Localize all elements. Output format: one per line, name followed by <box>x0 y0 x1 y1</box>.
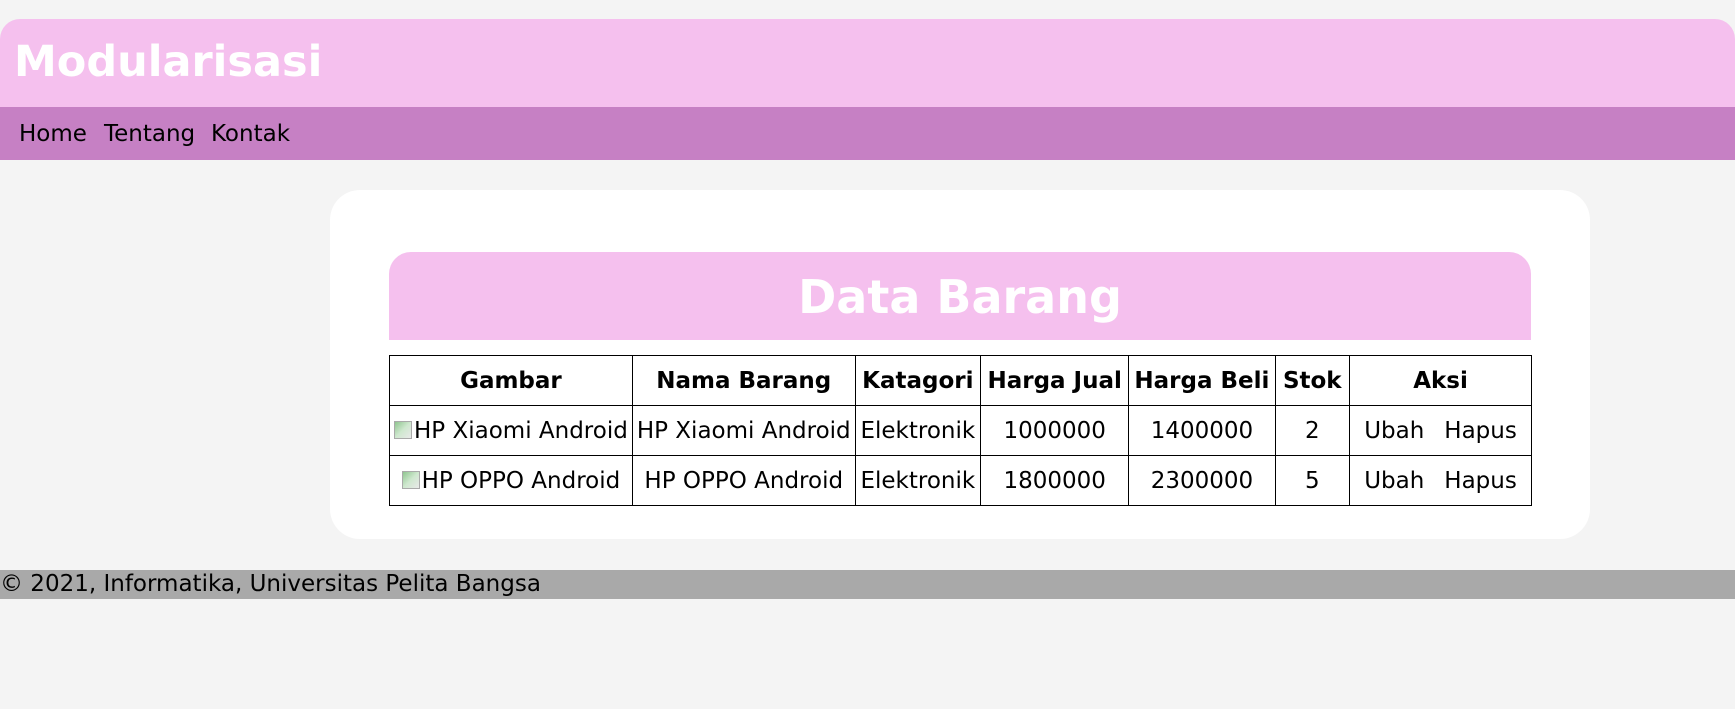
product-image-alt: HP OPPO Android <box>421 467 621 494</box>
section-heading: Data Barang <box>798 270 1122 324</box>
stok-cell: 5 <box>1274 455 1351 506</box>
broken-image-icon <box>394 420 412 439</box>
stok-cell: 2 <box>1274 405 1351 456</box>
harga-beli-cell: 1400000 <box>1128 405 1276 456</box>
hapus-link[interactable]: Hapus <box>1444 468 1517 494</box>
section-banner: Data Barang <box>389 252 1531 340</box>
harga-jual-cell: 1000000 <box>980 405 1130 456</box>
column-header-gambar: Gambar <box>389 355 633 406</box>
actions-cell: Ubah Hapus <box>1349 455 1532 506</box>
ubah-link[interactable]: Ubah <box>1364 418 1424 444</box>
nav-home-link[interactable]: Home <box>19 121 87 149</box>
table-row: HP Xiaomi Android HP Xiaomi Android Elek… <box>389 405 1532 456</box>
column-header-katagori: Katagori <box>854 355 982 406</box>
actions-cell: Ubah Hapus <box>1349 405 1532 456</box>
site-title: Modularisasi <box>14 37 323 87</box>
column-header-harga-jual: Harga Jual <box>980 355 1130 406</box>
harga-jual-cell: 1800000 <box>980 455 1130 506</box>
column-header-harga-beli: Harga Beli <box>1128 355 1276 406</box>
nav-kontak-link[interactable]: Kontak <box>211 121 290 149</box>
table-header-row: Gambar Nama Barang Katagori Harga Jual H… <box>389 355 1532 406</box>
site-header: Modularisasi <box>0 19 1735 107</box>
product-category-cell: Elektronik <box>854 405 982 456</box>
product-image-alt: HP Xiaomi Android <box>414 417 628 444</box>
nav-tentang-link[interactable]: Tentang <box>104 121 195 149</box>
product-category-cell: Elektronik <box>854 455 982 506</box>
content-card: Data Barang Gambar Nama Barang Katagori … <box>330 190 1590 539</box>
column-header-nama-barang: Nama Barang <box>631 355 856 406</box>
site-footer: © 2021, Informatika, Universitas Pelita … <box>0 570 1735 599</box>
harga-beli-cell: 2300000 <box>1128 455 1276 506</box>
product-image-cell: HP OPPO Android <box>389 455 633 506</box>
broken-image-icon <box>401 470 420 489</box>
ubah-link[interactable]: Ubah <box>1364 468 1424 494</box>
main-nav: Home Tentang Kontak <box>0 107 1735 160</box>
product-name-cell: HP OPPO Android <box>631 455 856 506</box>
product-name-cell: HP Xiaomi Android <box>631 405 856 456</box>
hapus-link[interactable]: Hapus <box>1444 418 1517 444</box>
column-header-aksi: Aksi <box>1349 355 1532 406</box>
product-image-cell: HP Xiaomi Android <box>389 405 633 456</box>
table-row: HP OPPO Android HP OPPO Android Elektron… <box>389 455 1532 506</box>
data-barang-table: Gambar Nama Barang Katagori Harga Jual H… <box>389 355 1532 506</box>
footer-copyright: © 2021, Informatika, Universitas Pelita … <box>0 571 541 597</box>
column-header-stok: Stok <box>1274 355 1351 406</box>
